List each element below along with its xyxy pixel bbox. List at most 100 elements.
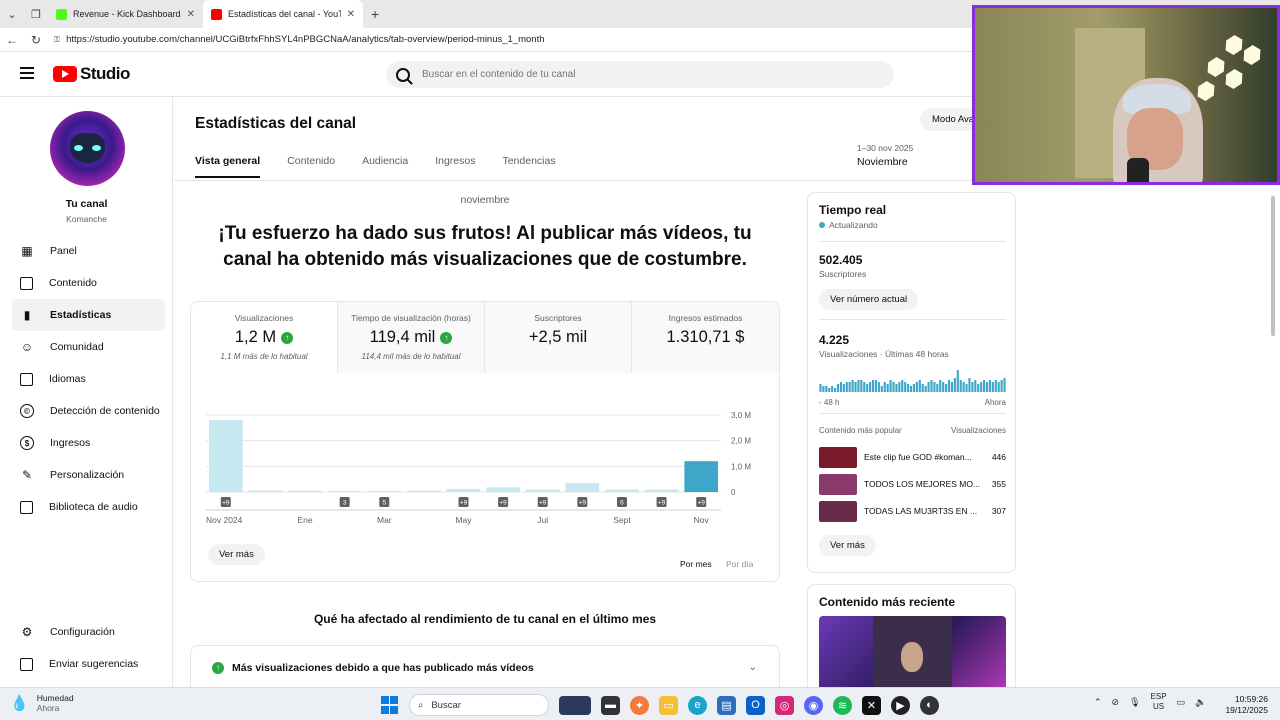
sidebar-item-biblioteca[interactable]: Biblioteca de audio	[12, 491, 165, 523]
chevron-down-icon[interactable]: ⌄	[749, 662, 757, 673]
tab-ingresos[interactable]: Ingresos	[435, 155, 475, 178]
chart-bar[interactable]	[684, 461, 718, 492]
chevron-up-icon[interactable]: ⌃	[1094, 697, 1102, 708]
chart-bar[interactable]	[407, 490, 441, 492]
sidebar-item-personalizacion[interactable]: ✎ Personalización	[12, 459, 165, 491]
metric-value: 1.310,71 $	[666, 328, 745, 346]
chart-bar[interactable]	[486, 487, 520, 492]
volume-icon[interactable]: 🔈	[1195, 697, 1206, 708]
sidebar-item-contenido[interactable]: Contenido	[12, 267, 165, 299]
metric-watch-time[interactable]: Tiempo de visualización (horas) 119,4 mi…	[338, 302, 485, 373]
sidebar-item-configuracion[interactable]: ⚙ Configuración	[12, 616, 165, 648]
sidebar-item-ingresos[interactable]: $ Ingresos	[12, 427, 165, 459]
chart-bar[interactable]	[367, 490, 402, 492]
back-arrow-icon[interactable]: ←	[0, 33, 24, 47]
x-tick-label: Ene	[297, 515, 312, 525]
browser-tab-youtube-studio[interactable]: Estadísticas del canal - YouTube Studio …	[203, 0, 363, 28]
terminal-icon[interactable]: ▬	[601, 695, 620, 715]
close-tab-icon[interactable]: ✕	[187, 9, 195, 20]
mini-chart-bar	[877, 382, 880, 392]
site-info-icon[interactable]: ⚿	[54, 35, 60, 45]
sidebar-item-estadisticas[interactable]: ▮ Estadísticas	[12, 299, 165, 331]
top-content-row[interactable]: Este clip fue GOD #koman... 446	[819, 446, 1006, 468]
metric-value-row: +2,5 mil	[485, 328, 631, 347]
copilot-icon[interactable]: ✦	[630, 695, 649, 715]
tab-audiencia[interactable]: Audiencia	[362, 155, 408, 178]
tab-vista-general[interactable]: Vista general	[195, 155, 261, 178]
chart-bar[interactable]	[248, 490, 283, 492]
top-content-row[interactable]: TODOS LOS MEJORES MO... 355	[819, 473, 1006, 495]
see-more-button[interactable]: Ver más	[208, 544, 265, 565]
reload-icon[interactable]: ↻	[24, 33, 48, 47]
mini-chart-bar	[863, 382, 866, 392]
arrow-up-icon: ↑	[440, 331, 453, 344]
scrollbar-thumb[interactable]	[1271, 196, 1275, 336]
taskbar-search[interactable]: ⌕ Buscar	[409, 694, 549, 716]
network-icon[interactable]: ▭	[1177, 697, 1186, 708]
affected-item[interactable]: ↑ Más visualizaciones debido a que has p…	[190, 645, 780, 690]
mini-chart-bar	[947, 380, 951, 392]
new-tab-plus-icon[interactable]: +	[363, 6, 387, 22]
mini-chart-bar	[874, 380, 878, 392]
file-explorer-icon[interactable]: ▭	[659, 695, 678, 715]
microphone-icon[interactable]: 🎙	[1129, 697, 1140, 708]
capcut-icon[interactable]: ✕	[862, 695, 881, 715]
month-label: noviembre	[460, 194, 510, 206]
tab-tendencias[interactable]: Tendencias	[502, 155, 555, 178]
see-more-button[interactable]: Ver más	[819, 535, 876, 556]
discord-icon[interactable]: ◉	[804, 695, 823, 715]
spotify-icon[interactable]: ≋	[833, 695, 852, 715]
chart-bar[interactable]	[644, 489, 679, 492]
instagram-icon[interactable]: ◎	[775, 695, 794, 715]
sidebar-item-idiomas[interactable]: Idiomas	[12, 363, 165, 395]
browser-tab-kick[interactable]: Revenue - Kick Dashboard ✕	[48, 0, 203, 28]
metric-revenue[interactable]: Ingresos estimados 1.310,71 $	[632, 302, 779, 373]
logo-text: Studio	[80, 64, 130, 83]
toggle-by-month[interactable]: Por mes	[680, 559, 712, 569]
close-tab-icon[interactable]: ✕	[347, 9, 355, 20]
sidebar-item-panel[interactable]: ▦ Panel	[12, 235, 165, 267]
tab-groups-icon[interactable]: ❐	[24, 2, 48, 26]
sidebar-item-comunidad[interactable]: ☺ Comunidad	[12, 331, 165, 363]
weather-widget[interactable]: 💧 Humedad Ahora	[10, 693, 74, 713]
period-selector[interactable]: Noviembre	[857, 156, 908, 168]
chart-bar[interactable]	[209, 420, 243, 492]
chart-bar[interactable]	[288, 490, 322, 492]
outlook-icon[interactable]: O	[746, 695, 765, 715]
chart-bar[interactable]	[327, 490, 362, 492]
current-count-button[interactable]: Ver número actual	[819, 289, 919, 310]
metric-subscribers[interactable]: Suscriptores +2,5 mil	[485, 302, 632, 373]
antivirus-icon[interactable]: ⊘	[1112, 697, 1120, 708]
windows-start-icon[interactable]	[380, 696, 399, 715]
edge-browser-icon[interactable]: e	[688, 695, 707, 715]
sidebar-item-deteccion[interactable]: © Detección de contenido	[12, 395, 165, 427]
metric-views[interactable]: Visualizaciones 1,2 M ↑ 1,1 M más de lo …	[191, 302, 338, 373]
recent-video-thumbnail[interactable]	[819, 616, 1006, 691]
chart-bar[interactable]	[565, 483, 600, 492]
channel-avatar[interactable]	[50, 111, 125, 186]
obs-icon[interactable]: ◐	[920, 695, 939, 715]
store-icon[interactable]: ▤	[717, 695, 736, 715]
chart-bar[interactable]	[446, 488, 481, 492]
taskbar-clock[interactable]: 10:59:26 19/12/2025	[1222, 694, 1268, 716]
top-content-row[interactable]: TODAS LAS MU3RT3S EN ... 307	[819, 500, 1006, 522]
page-scrollbar[interactable]	[1269, 186, 1277, 686]
tab-list-chevron-icon[interactable]: ⌄	[0, 2, 24, 26]
url-field[interactable]: ⚿ https://studio.youtube.com/channel/UCG…	[54, 34, 545, 45]
search-icon[interactable]	[396, 67, 410, 82]
youtube-play-icon	[53, 66, 77, 82]
search-box[interactable]	[386, 61, 894, 88]
sidebar-item-sugerencias[interactable]: Enviar sugerencias	[12, 648, 165, 680]
tab-contenido[interactable]: Contenido	[287, 155, 335, 178]
audio-library-icon	[20, 500, 33, 514]
toggle-by-day[interactable]: Por día	[726, 559, 753, 569]
menu-hamburger-icon[interactable]	[20, 67, 34, 82]
widgets-icon[interactable]	[559, 695, 591, 715]
chart-bar[interactable]	[525, 489, 560, 492]
chart-bar[interactable]	[605, 489, 639, 492]
search-input[interactable]	[422, 69, 862, 80]
language-indicator[interactable]: ESP US	[1151, 692, 1167, 712]
youtube-studio-logo[interactable]: Studio	[53, 64, 130, 84]
media-player-icon[interactable]: ▶	[891, 695, 910, 715]
sidebar-nav: ▦ Panel Contenido ▮ Estadísticas ☺ Comun…	[12, 235, 165, 523]
